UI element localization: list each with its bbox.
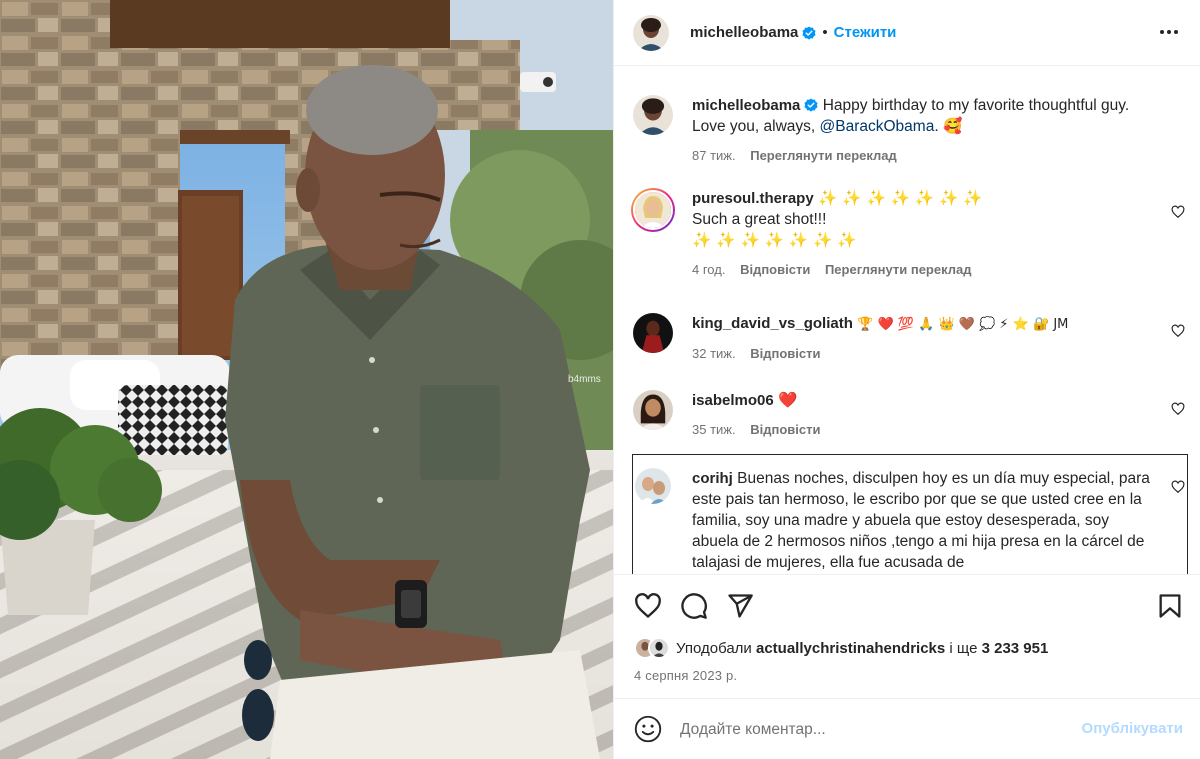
instagram-post-modal: b4mms michelleobama • Стежити michelleob… — [0, 0, 1200, 759]
commenter-avatar[interactable] — [633, 313, 673, 353]
like-heart-icon[interactable] — [634, 592, 662, 620]
comment-bubble-icon[interactable] — [680, 592, 708, 620]
caption-emoji: 🥰 — [942, 117, 963, 135]
like-comment-heart-icon[interactable] — [1171, 205, 1185, 219]
caption-mention-link[interactable]: @BarackObama — [820, 118, 935, 135]
comment-body: puresoul.therapy ✨ ✨ ✨ ✨ ✨ ✨ ✨ Such a gr… — [692, 188, 1154, 280]
comment-item: corihj Buenas noches, disculpen hoy es u… — [633, 468, 1189, 573]
like-comment-heart-icon[interactable] — [1171, 480, 1185, 494]
follow-button[interactable]: Стежити — [834, 24, 897, 41]
comments-list[interactable]: michelleobama Happy birthday to my favor… — [614, 66, 1200, 574]
author-avatar[interactable] — [633, 14, 669, 51]
likes-summary[interactable]: Уподобали actuallychristinahendricks і щ… — [634, 637, 1048, 659]
comment-text-line3: ✨ ✨ ✨ ✨ ✨ ✨ ✨ — [692, 231, 857, 249]
commenter-username[interactable]: isabelmo06 — [692, 392, 774, 409]
comment-time[interactable]: 32 тиж. — [692, 346, 736, 361]
comment-text: 🏆 ❤️ 💯 🙏 👑 🤎 💭 ⚡ ⭐ 🔐 JM — [857, 317, 1069, 332]
like-comment-heart-icon[interactable] — [1171, 324, 1185, 338]
avatar-image — [635, 192, 671, 228]
add-comment-bar: Опублікувати — [614, 698, 1200, 759]
like-comment-heart-icon[interactable] — [1171, 402, 1185, 416]
verified-badge-icon — [804, 98, 818, 112]
post-image — [0, 0, 613, 759]
comment-body: king_david_vs_goliath 🏆 ❤️ 💯 🙏 👑 🤎 💭 ⚡ ⭐… — [692, 313, 1154, 364]
post-comment-button[interactable]: Опублікувати — [1082, 720, 1183, 737]
comment-text: ✨ ✨ ✨ ✨ ✨ ✨ ✨ — [818, 189, 983, 207]
caption-author-avatar[interactable] — [633, 95, 673, 135]
comment-body: isabelmo06 ❤️ 35 тиж. Відповісти — [692, 390, 1154, 440]
author-username[interactable]: michelleobama — [690, 24, 798, 41]
liker-avatar — [648, 637, 670, 659]
post-caption: michelleobama Happy birthday to my favor… — [633, 95, 1189, 166]
comment-input[interactable] — [680, 717, 1060, 743]
avatar-image — [633, 14, 669, 51]
translate-button[interactable]: Переглянути переклад — [825, 262, 972, 277]
comment-body: corihj Buenas noches, disculpen hoy es u… — [692, 468, 1154, 573]
caption-translate-button[interactable]: Переглянути переклад — [750, 148, 897, 163]
verified-badge-icon — [802, 25, 816, 40]
comment-item: king_david_vs_goliath 🏆 ❤️ 💯 🙏 👑 🤎 💭 ⚡ ⭐… — [633, 313, 1189, 364]
avatar-image — [635, 468, 671, 504]
post-photo[interactable]: b4mms — [0, 0, 613, 759]
comment-time[interactable]: 35 тиж. — [692, 422, 736, 437]
avatar-image — [633, 95, 673, 135]
likes-conj: і ще — [949, 639, 978, 657]
watermark-text: b4mms — [568, 374, 601, 385]
post-date[interactable]: 4 серпня 2023 р. — [634, 668, 737, 683]
commenter-avatar[interactable] — [635, 468, 671, 504]
caption-time[interactable]: 87 тиж. — [692, 148, 736, 163]
likes-user-link[interactable]: actuallychristinahendricks — [756, 640, 945, 657]
commenter-avatar[interactable] — [633, 190, 673, 230]
share-send-icon[interactable] — [726, 592, 754, 620]
reply-button[interactable]: Відповісти — [750, 346, 820, 361]
avatar-image — [633, 313, 673, 353]
comment-time[interactable]: 4 год. — [692, 262, 725, 277]
bookmark-save-icon[interactable] — [1156, 592, 1184, 620]
more-options-icon[interactable] — [1157, 20, 1181, 44]
comment-text: ❤️ — [778, 391, 798, 409]
reply-button[interactable]: Відповісти — [740, 262, 810, 277]
caption-text-after: . — [934, 118, 943, 135]
comment-text-line2: Such a great shot!!! — [692, 211, 827, 228]
comment-text: Buenas noches, disculpen hoy es un día m… — [692, 470, 1150, 571]
commenter-username[interactable]: corihj — [692, 470, 733, 487]
reply-button[interactable]: Відповісти — [750, 422, 820, 437]
header-separator: • — [822, 24, 828, 41]
caption-username[interactable]: michelleobama — [692, 97, 800, 114]
commenter-avatar[interactable] — [633, 390, 673, 430]
avatar-image — [633, 390, 673, 430]
emoji-smile-icon[interactable] — [634, 715, 662, 743]
likes-count[interactable]: 3 233 951 — [982, 640, 1049, 657]
post-side-panel: michelleobama • Стежити michelleobama Ha… — [613, 0, 1200, 759]
caption-body: michelleobama Happy birthday to my favor… — [692, 95, 1154, 166]
comment-item: isabelmo06 ❤️ 35 тиж. Відповісти — [633, 390, 1189, 440]
post-actions: Уподобали actuallychristinahendricks і щ… — [614, 574, 1200, 698]
post-header: michelleobama • Стежити — [614, 0, 1200, 66]
commenter-username[interactable]: king_david_vs_goliath — [692, 315, 853, 332]
likes-prefix: Уподобали — [676, 639, 752, 657]
comment-item: puresoul.therapy ✨ ✨ ✨ ✨ ✨ ✨ ✨ Such a gr… — [631, 188, 1189, 280]
avatar-image — [650, 639, 668, 657]
commenter-username[interactable]: puresoul.therapy — [692, 190, 814, 207]
